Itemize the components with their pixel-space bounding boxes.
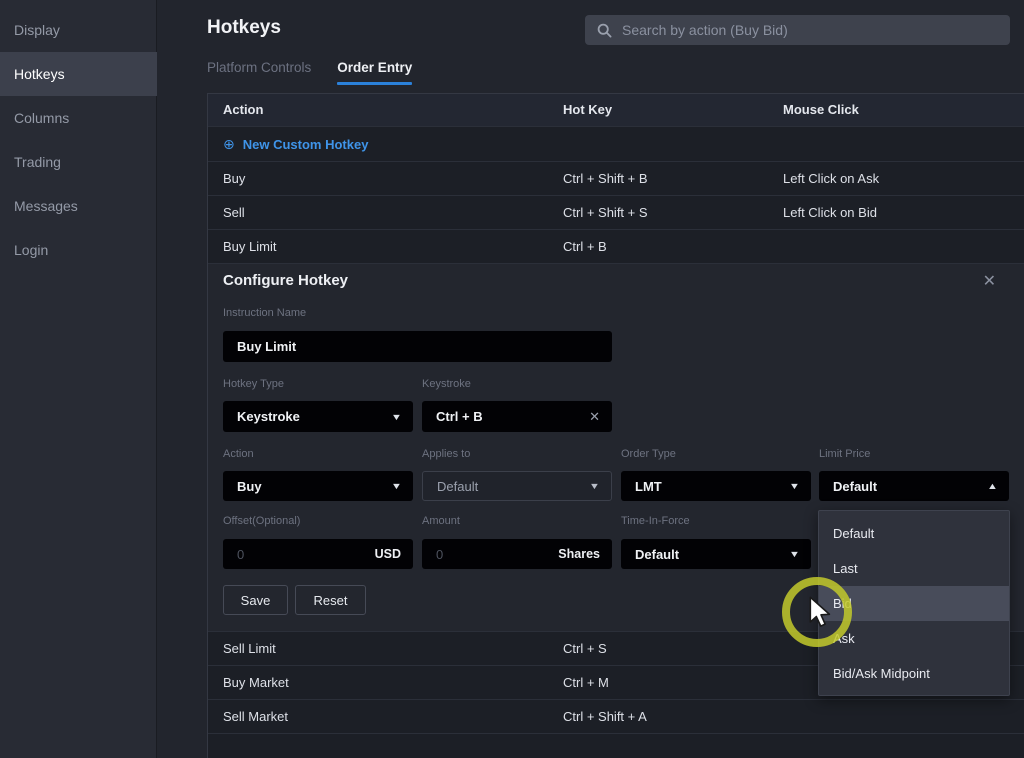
row-hotkey: Ctrl + S	[563, 632, 607, 666]
search-icon	[597, 23, 612, 38]
close-icon[interactable]: ✕	[983, 271, 996, 291]
order-type-value: LMT	[635, 479, 790, 494]
time-in-force-label: Time-In-Force	[621, 515, 690, 527]
offset-input[interactable]	[237, 547, 375, 562]
applies-to-label: Applies to	[422, 448, 470, 460]
configure-hotkey-title: Configure Hotkey	[223, 272, 348, 289]
row-hotkey: Ctrl + Shift + S	[563, 196, 648, 230]
applies-to-value: Default	[437, 479, 590, 494]
option-last[interactable]: Last	[819, 551, 1009, 586]
search-box[interactable]	[585, 15, 1010, 45]
chevron-up-icon: ▲	[987, 481, 998, 491]
save-button[interactable]: Save	[223, 585, 288, 615]
sidebar-item-messages[interactable]: Messages	[0, 184, 157, 228]
amount-field[interactable]: Shares	[422, 539, 612, 569]
amount-label: Amount	[422, 515, 460, 527]
hotkey-type-label: Hotkey Type	[223, 378, 284, 390]
page-title: Hotkeys	[207, 17, 281, 39]
instruction-name-input[interactable]	[237, 339, 600, 354]
keystroke-label: Keystroke	[422, 378, 471, 390]
instruction-name-field[interactable]	[223, 331, 612, 362]
instruction-name-label: Instruction Name	[223, 307, 306, 319]
keystroke-value: Ctrl + B	[436, 409, 589, 424]
tab-platform-controls[interactable]: Platform Controls	[207, 60, 311, 85]
option-default[interactable]: Default	[819, 516, 1009, 551]
row-mouse-click: Left Click on Ask	[783, 162, 879, 196]
order-type-label: Order Type	[621, 448, 676, 460]
settings-tabs: Platform Controls Order Entry	[207, 60, 412, 85]
table-row-buy[interactable]: Buy Ctrl + Shift + B Left Click on Ask	[208, 161, 1024, 195]
amount-input[interactable]	[436, 547, 558, 562]
table-row-sell-market[interactable]: Sell Market Ctrl + Shift + A	[208, 699, 1024, 733]
chevron-down-icon: ▼	[391, 412, 402, 422]
sidebar-item-columns[interactable]: Columns	[0, 96, 157, 140]
sidebar-item-trading[interactable]: Trading	[0, 140, 157, 184]
new-custom-hotkey-button[interactable]: ⊕ New Custom Hotkey	[208, 126, 1024, 161]
action-label: Action	[223, 448, 254, 460]
table-row-buy-limit[interactable]: Buy Limit Ctrl + B	[208, 229, 1024, 263]
amount-unit: Shares	[558, 547, 600, 561]
limit-price-dropdown[interactable]: Default ▲	[819, 471, 1009, 501]
hotkey-type-dropdown[interactable]: Keystroke ▼	[223, 401, 413, 432]
search-input[interactable]	[622, 22, 998, 38]
sidebar-item-login[interactable]: Login	[0, 228, 157, 272]
chevron-down-icon: ▼	[391, 481, 402, 491]
tab-order-entry[interactable]: Order Entry	[337, 60, 412, 85]
settings-sidebar: Display Hotkeys Columns Trading Messages…	[0, 0, 157, 758]
applies-to-dropdown[interactable]: Default ▼	[422, 471, 612, 501]
sidebar-item-display[interactable]: Display	[0, 8, 157, 52]
table-header-row: Action Hot Key Mouse Click	[208, 94, 1024, 126]
row-action: Sell Market	[223, 700, 288, 734]
row-action: Buy	[223, 162, 245, 196]
row-mouse-click: Left Click on Bid	[783, 196, 877, 230]
offset-field[interactable]: USD	[223, 539, 413, 569]
table-row-empty	[208, 733, 1024, 758]
keystroke-field[interactable]: Ctrl + B ✕	[422, 401, 612, 432]
column-header-hotkey: Hot Key	[563, 94, 612, 126]
row-hotkey: Ctrl + Shift + B	[563, 162, 648, 196]
row-hotkey: Ctrl + Shift + A	[563, 700, 647, 734]
cursor-pointer	[808, 596, 834, 628]
hotkey-type-value: Keystroke	[237, 409, 392, 424]
clear-icon[interactable]: ✕	[589, 409, 600, 425]
offset-label: Offset(Optional)	[223, 515, 300, 527]
time-in-force-dropdown[interactable]: Default ▼	[621, 539, 811, 569]
order-type-dropdown[interactable]: LMT ▼	[621, 471, 811, 501]
reset-button[interactable]: Reset	[295, 585, 366, 615]
limit-price-value: Default	[833, 479, 988, 494]
chevron-down-icon: ▼	[789, 481, 800, 491]
row-hotkey: Ctrl + B	[563, 230, 607, 264]
chevron-down-icon: ▼	[589, 481, 600, 491]
offset-unit: USD	[375, 547, 401, 561]
action-dropdown[interactable]: Buy ▼	[223, 471, 413, 501]
table-row-sell[interactable]: Sell Ctrl + Shift + S Left Click on Bid	[208, 195, 1024, 229]
sidebar-item-hotkeys[interactable]: Hotkeys	[0, 52, 157, 96]
chevron-down-icon: ▼	[789, 549, 800, 559]
time-in-force-value: Default	[635, 547, 790, 562]
column-header-action: Action	[223, 94, 263, 126]
row-action: Buy Limit	[223, 230, 276, 264]
row-action: Buy Market	[223, 666, 289, 700]
limit-price-label: Limit Price	[819, 448, 870, 460]
row-action: Sell Limit	[223, 632, 276, 666]
plus-circle-icon: ⊕	[223, 136, 235, 152]
column-header-mouse-click: Mouse Click	[783, 94, 859, 126]
row-action: Sell	[223, 196, 245, 230]
action-value: Buy	[237, 479, 392, 494]
option-bid-ask-midpoint[interactable]: Bid/Ask Midpoint	[819, 656, 1009, 691]
new-custom-hotkey-label: New Custom Hotkey	[243, 137, 369, 152]
row-hotkey: Ctrl + M	[563, 666, 609, 700]
